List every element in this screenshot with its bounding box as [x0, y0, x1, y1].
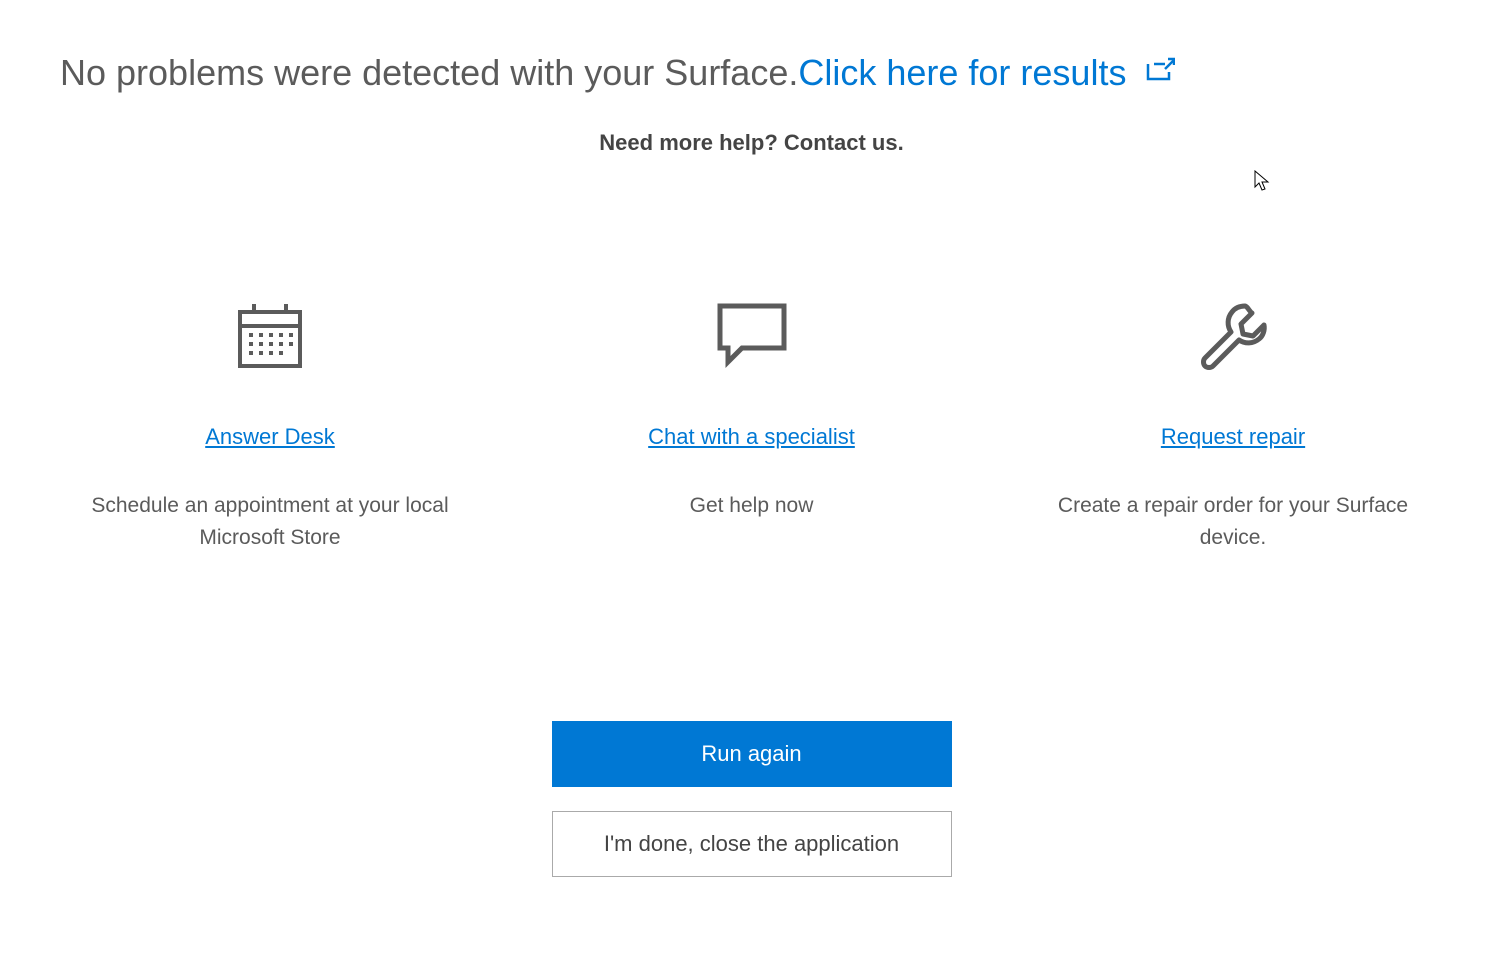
close-button[interactable]: I'm done, close the application: [552, 811, 952, 877]
card-repair: Request repair Create a repair order for…: [1023, 296, 1443, 553]
repair-link[interactable]: Request repair: [1161, 424, 1305, 450]
card-answer-desk: Answer Desk Schedule an appointment at y…: [60, 296, 480, 553]
answer-desk-link[interactable]: Answer Desk: [205, 424, 335, 450]
card-chat: Chat with a specialist Get help now: [542, 296, 962, 553]
chat-icon: [542, 296, 962, 376]
run-again-button[interactable]: Run again: [552, 721, 952, 787]
page-heading-row: No problems were detected with your Surf…: [60, 52, 1443, 94]
chat-link[interactable]: Chat with a specialist: [648, 424, 855, 450]
answer-desk-desc: Schedule an appointment at your local Mi…: [60, 490, 480, 553]
wrench-icon: [1023, 296, 1443, 376]
repair-desc: Create a repair order for your Surface d…: [1023, 490, 1443, 553]
action-buttons: Run again I'm done, close the applicatio…: [60, 721, 1443, 877]
sub-heading: Need more help? Contact us.: [60, 130, 1443, 156]
calendar-icon: [60, 296, 480, 376]
external-link-icon: [1145, 57, 1175, 88]
chat-desc: Get help now: [542, 490, 962, 522]
help-cards: Answer Desk Schedule an appointment at y…: [60, 296, 1443, 553]
page-heading: No problems were detected with your Surf…: [60, 52, 798, 93]
results-link[interactable]: Click here for results: [798, 52, 1126, 93]
